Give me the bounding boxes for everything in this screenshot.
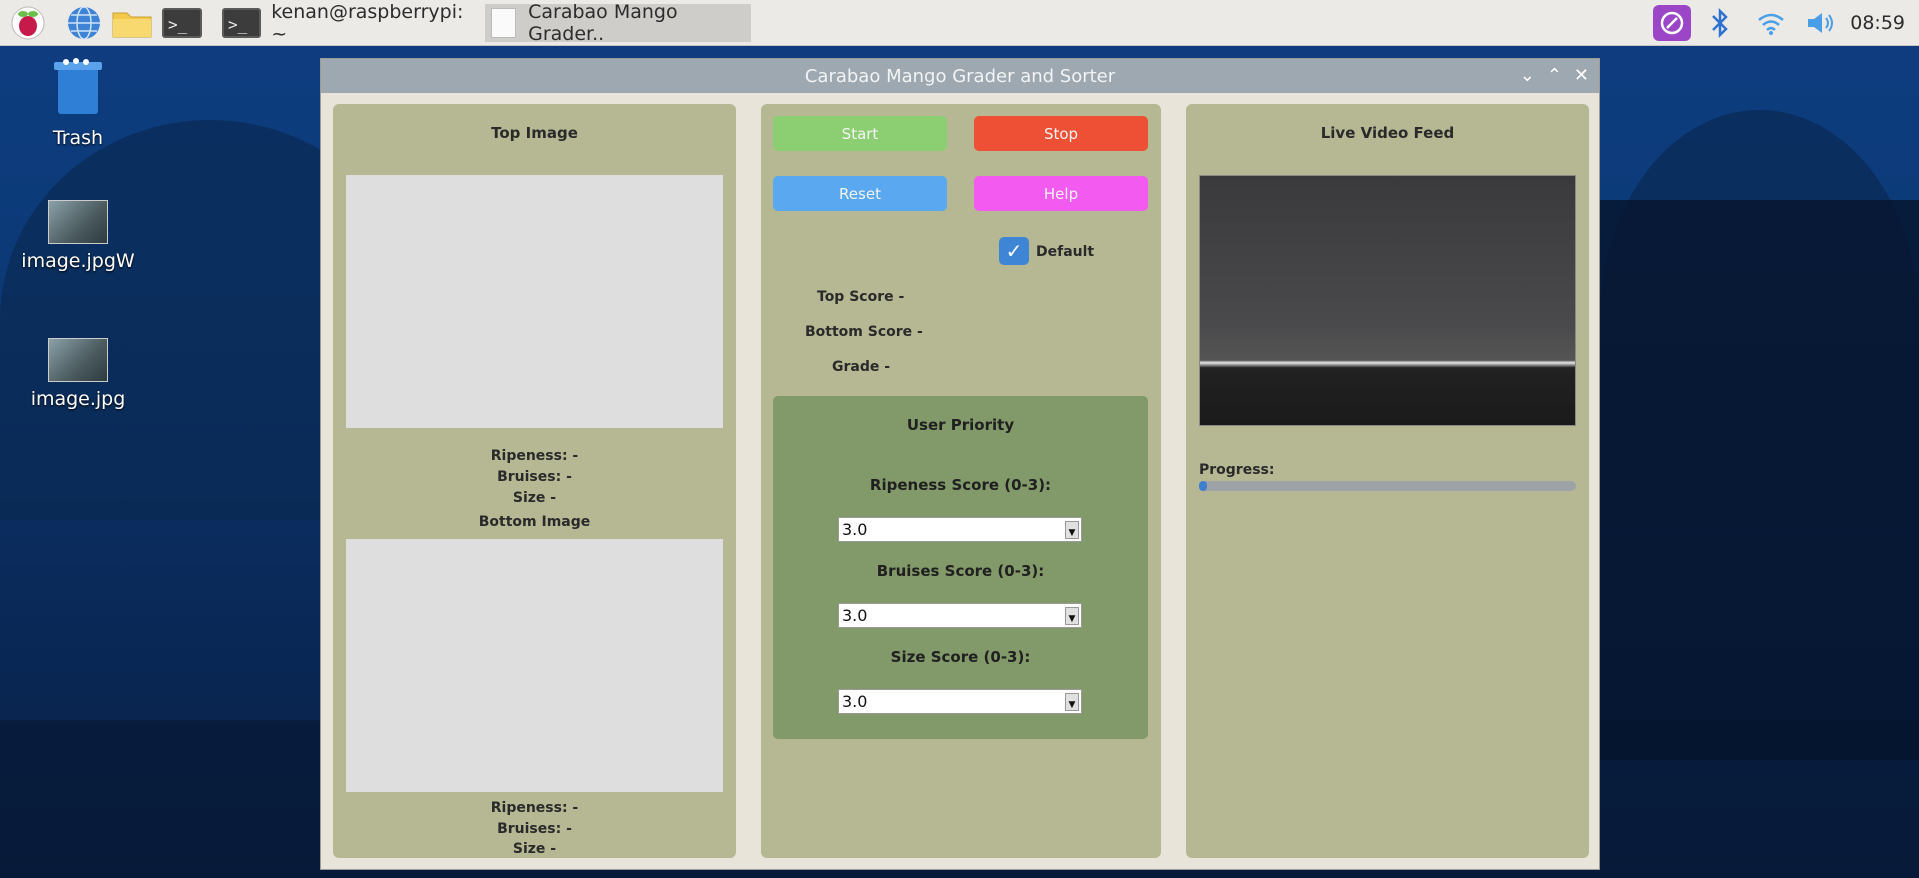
- live-video-feed: [1199, 175, 1576, 426]
- bluetooth-icon[interactable]: [1706, 4, 1734, 42]
- wifi-icon[interactable]: [1754, 4, 1788, 42]
- terminal-icon: >_: [222, 8, 262, 38]
- desktop-item-label: Trash: [52, 127, 104, 149]
- bottom-image-title: Bottom Image: [478, 514, 591, 530]
- ripeness-score-select[interactable]: 3.0 ▼: [838, 517, 1082, 542]
- taskbar-task-app[interactable]: Carabao Mango Grader..: [485, 1, 751, 45]
- help-button[interactable]: Help: [974, 176, 1148, 211]
- maximize-icon[interactable]: ⌃: [1547, 65, 1562, 86]
- task-label: Carabao Mango Grader..: [528, 1, 678, 45]
- app-window: Carabao Mango Grader and Sorter ⌄ ⌃ ✕ To…: [320, 58, 1600, 870]
- window-title: Carabao Mango Grader and Sorter: [804, 65, 1116, 87]
- top-image-title: Top Image: [491, 124, 578, 142]
- taskbar: >_ >_ kenan@raspberrypi: ~ Carabao Mango…: [0, 0, 1919, 46]
- raspberry-menu-icon[interactable]: [8, 4, 48, 42]
- chevron-down-icon[interactable]: ▼: [1065, 521, 1079, 539]
- chevron-down-icon[interactable]: ▼: [1065, 607, 1079, 625]
- select-value: 3.0: [842, 520, 868, 539]
- video-panel: Live Video Feed Progress:: [1186, 104, 1589, 858]
- minimize-icon[interactable]: ⌄: [1520, 65, 1535, 86]
- image-thumbnail: [48, 200, 108, 244]
- grade: Grade -: [832, 359, 891, 375]
- image-results-panel: Top Image Ripeness: - Bruises: - Size - …: [333, 104, 736, 858]
- bruises-score-label: Bruises Score (0-3):: [876, 562, 1045, 580]
- progress-label: Progress:: [1199, 462, 1275, 478]
- window-icon: [491, 8, 517, 38]
- terminal-icon[interactable]: >_: [160, 4, 204, 42]
- progress-bar: [1199, 481, 1576, 491]
- size-score-label: Size Score (0-3):: [890, 648, 1031, 666]
- desktop-item-image-jpgw[interactable]: image.jpgW: [13, 200, 143, 272]
- size-score-select[interactable]: 3.0 ▼: [838, 689, 1082, 714]
- task-label: kenan@raspberrypi: ~: [271, 1, 464, 45]
- globe-icon[interactable]: [64, 4, 104, 42]
- progress-fill: [1199, 481, 1207, 491]
- top-bruises: Bruises: -: [497, 469, 572, 485]
- clock: 08:59: [1850, 12, 1905, 34]
- desktop-item-label: image.jpg: [30, 388, 126, 410]
- bottom-score: Bottom Score -: [805, 324, 923, 340]
- desktop-item-label: image.jpgW: [21, 250, 135, 272]
- stop-button[interactable]: Stop: [974, 116, 1148, 151]
- top-size: Size -: [512, 490, 557, 506]
- reset-button[interactable]: Reset: [773, 176, 947, 211]
- top-ripeness: Ripeness: -: [490, 448, 579, 464]
- desktop-item-image-jpg[interactable]: image.jpg: [13, 338, 143, 410]
- bottom-image-display: [346, 539, 723, 792]
- live-video-title: Live Video Feed: [1320, 124, 1455, 142]
- user-priority-section: User Priority Ripeness Score (0-3): 3.0 …: [773, 396, 1148, 739]
- bottom-ripeness: Ripeness: -: [490, 800, 579, 816]
- bottom-size: Size -: [512, 841, 557, 857]
- default-label: Default: [1036, 244, 1095, 260]
- folder-icon[interactable]: [110, 4, 154, 42]
- taskbar-task-terminal[interactable]: >_ kenan@raspberrypi: ~: [216, 1, 480, 45]
- user-priority-title: User Priority: [906, 416, 1015, 434]
- desktop-item-trash[interactable]: Trash: [13, 58, 143, 149]
- close-icon[interactable]: ✕: [1574, 65, 1589, 86]
- trash-icon: [54, 58, 102, 114]
- chevron-down-icon[interactable]: ▼: [1065, 693, 1079, 711]
- image-thumbnail: [48, 338, 108, 382]
- top-score: Top Score -: [817, 289, 905, 305]
- select-value: 3.0: [842, 606, 868, 625]
- bruises-score-select[interactable]: 3.0 ▼: [838, 603, 1082, 628]
- volume-icon[interactable]: [1804, 4, 1838, 42]
- ripeness-score-label: Ripeness Score (0-3):: [869, 476, 1052, 494]
- select-value: 3.0: [842, 692, 868, 711]
- control-panel: Start Stop Reset Help ✓ Default Top Scor…: [761, 104, 1161, 858]
- app-indicator-icon[interactable]: [1652, 4, 1692, 42]
- window-titlebar[interactable]: Carabao Mango Grader and Sorter ⌄ ⌃ ✕: [321, 59, 1599, 93]
- top-image-display: [346, 175, 723, 428]
- default-checkbox[interactable]: ✓: [999, 237, 1029, 265]
- start-button[interactable]: Start: [773, 116, 947, 151]
- bottom-bruises: Bruises: -: [497, 821, 572, 837]
